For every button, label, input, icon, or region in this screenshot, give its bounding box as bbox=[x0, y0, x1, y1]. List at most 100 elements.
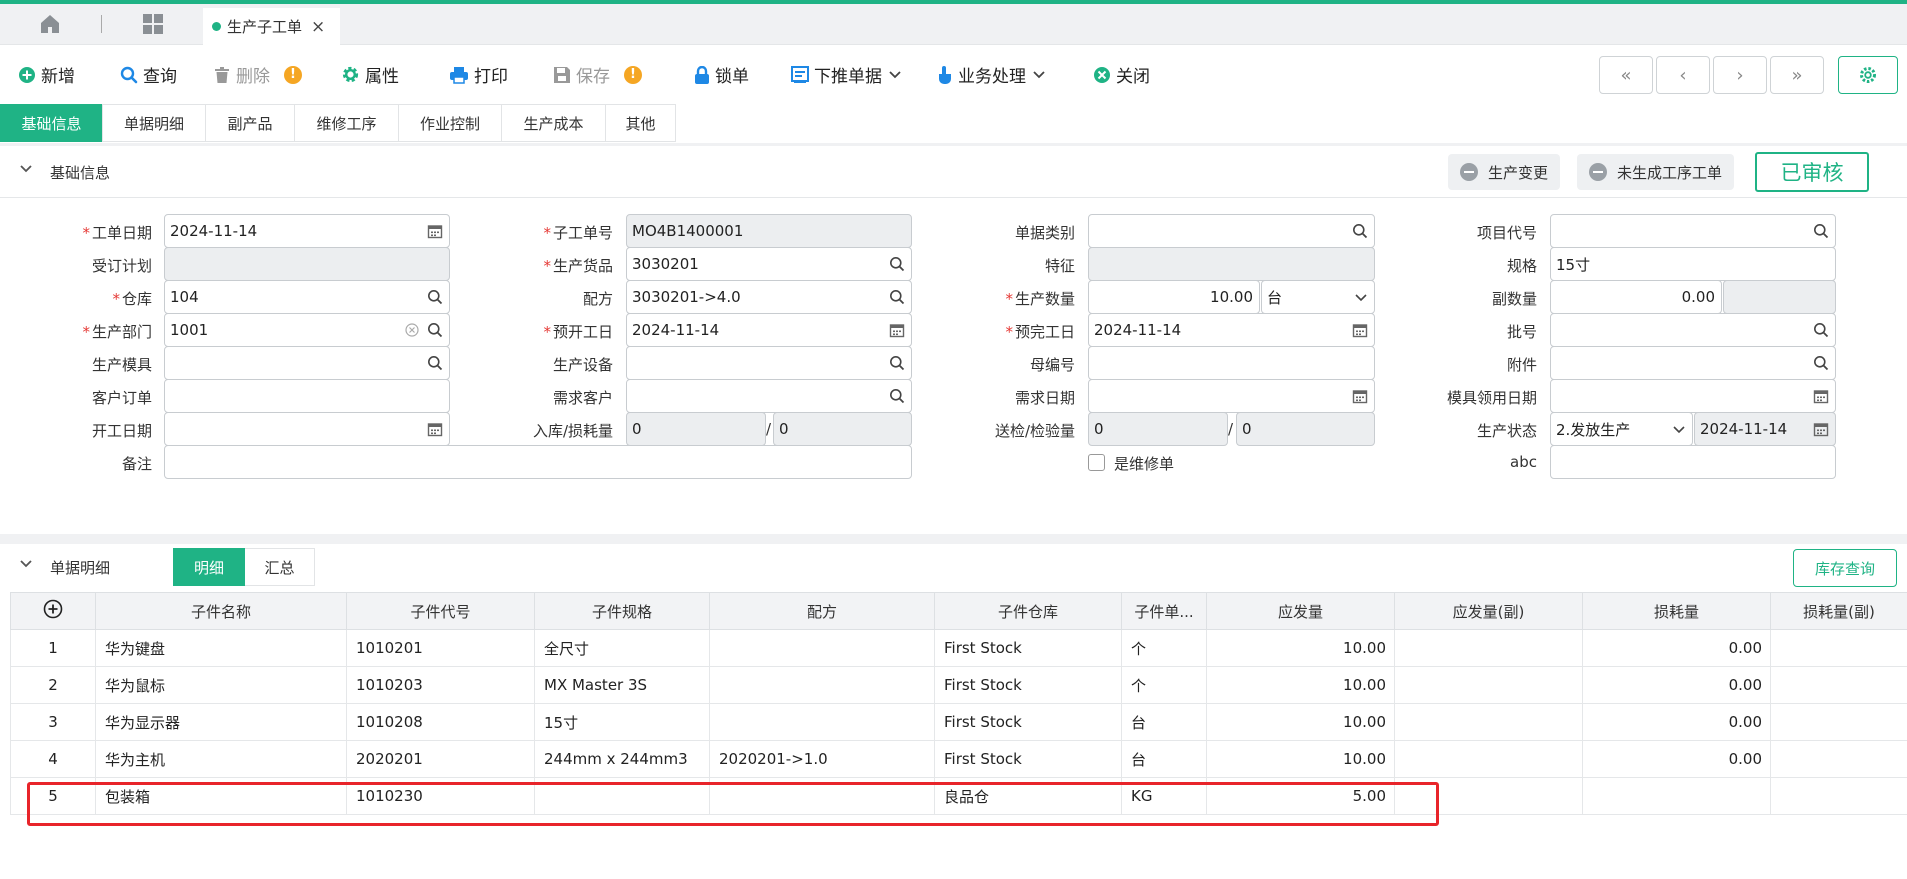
spec-field[interactable]: 15寸 bbox=[1550, 247, 1836, 281]
table-row[interactable]: 5 包装箱 1010230 良品仓 KG 5.00 bbox=[10, 777, 1907, 815]
cell-qty-sub[interactable] bbox=[1394, 777, 1583, 815]
project-code-field[interactable] bbox=[1550, 214, 1836, 248]
cell-code[interactable]: 1010208 bbox=[346, 703, 535, 741]
cell-loss[interactable]: 0.00 bbox=[1582, 703, 1771, 741]
sub-qty-field[interactable]: 0.00 bbox=[1550, 280, 1722, 314]
tab-doc-detail[interactable]: 单据明细 bbox=[102, 104, 205, 142]
send-inspect-field[interactable]: 0 bbox=[1088, 412, 1228, 446]
cell-unit[interactable]: 个 bbox=[1121, 666, 1207, 704]
col-header[interactable]: 应发量 bbox=[1206, 592, 1395, 630]
properties-button[interactable]: 属性 bbox=[341, 62, 399, 87]
cell-code[interactable]: 1010203 bbox=[346, 666, 535, 704]
cell-formula[interactable] bbox=[709, 777, 935, 815]
prev-record-button[interactable]: ‹ bbox=[1656, 56, 1710, 94]
close-button[interactable]: 关闭 bbox=[1093, 62, 1150, 87]
cell-unit[interactable]: 个 bbox=[1121, 629, 1207, 667]
parent-no-field[interactable] bbox=[1088, 346, 1375, 380]
cell-qty-sub[interactable] bbox=[1394, 666, 1583, 704]
equipment-field[interactable] bbox=[626, 346, 912, 380]
add-button[interactable]: 新增 bbox=[18, 62, 75, 87]
cell-qty[interactable]: 10.00 bbox=[1206, 666, 1395, 704]
cell-loss-sub[interactable] bbox=[1770, 629, 1907, 667]
cell-spec[interactable]: 全尺寸 bbox=[534, 629, 710, 667]
prod-status-select[interactable]: 2.发放生产 bbox=[1550, 412, 1693, 446]
collapse-chevron-icon[interactable] bbox=[18, 163, 34, 175]
home-icon[interactable] bbox=[38, 12, 62, 36]
cell-unit[interactable]: KG bbox=[1121, 777, 1207, 815]
batch-field[interactable] bbox=[1550, 313, 1836, 347]
cell-loss[interactable]: 0.00 bbox=[1582, 740, 1771, 778]
cell-warehouse[interactable]: First Stock bbox=[934, 740, 1122, 778]
inspected-field[interactable]: 0 bbox=[1236, 412, 1375, 446]
warehouse-field[interactable]: 104 bbox=[164, 280, 450, 314]
cell-name[interactable]: 华为主机 bbox=[95, 740, 347, 778]
dept-field[interactable]: 1001 bbox=[164, 313, 450, 347]
cell-spec[interactable] bbox=[534, 777, 710, 815]
tab-production-cost[interactable]: 生产成本 bbox=[501, 104, 605, 142]
cell-warehouse[interactable]: First Stock bbox=[934, 629, 1122, 667]
remark-field[interactable] bbox=[164, 445, 912, 479]
cell-formula[interactable]: 2020201->1.0 bbox=[709, 740, 935, 778]
plan-end-field[interactable]: 2024-11-14 bbox=[1088, 313, 1375, 347]
table-row[interactable]: 2 华为鼠标 1010203 MX Master 3S First Stock … bbox=[10, 666, 1907, 704]
business-process-button[interactable]: 业务处理 bbox=[937, 62, 1051, 87]
qty-field[interactable]: 10.00 bbox=[1088, 280, 1260, 314]
order-plan-field[interactable] bbox=[164, 247, 450, 281]
production-change-button[interactable]: 生产变更 bbox=[1448, 154, 1561, 190]
prod-status-date-field[interactable]: 2024-11-14 bbox=[1694, 412, 1836, 446]
print-button[interactable]: 打印 bbox=[449, 62, 508, 87]
query-button[interactable]: 查询 bbox=[120, 62, 177, 87]
unit-select[interactable]: 台 bbox=[1261, 280, 1375, 314]
cell-name[interactable]: 华为键盘 bbox=[95, 629, 347, 667]
cell-loss[interactable]: 0.00 bbox=[1582, 666, 1771, 704]
col-header[interactable]: 子件单... bbox=[1121, 592, 1207, 630]
add-row-header[interactable] bbox=[10, 592, 96, 630]
doc-type-field[interactable] bbox=[1088, 214, 1375, 248]
cell-qty[interactable]: 10.00 bbox=[1206, 703, 1395, 741]
demand-cust-field[interactable] bbox=[626, 379, 912, 413]
col-header[interactable]: 损耗量 bbox=[1582, 592, 1771, 630]
settings-button[interactable] bbox=[1838, 56, 1898, 94]
next-record-button[interactable]: › bbox=[1713, 56, 1767, 94]
stock-query-button[interactable]: 库存查询 bbox=[1793, 549, 1897, 587]
cell-loss[interactable] bbox=[1582, 777, 1771, 815]
work-date-field[interactable]: 2024-11-14 bbox=[164, 214, 450, 248]
cell-code[interactable]: 1010230 bbox=[346, 777, 535, 815]
clear-icon[interactable] bbox=[405, 323, 419, 337]
tab-other[interactable]: 其他 bbox=[605, 104, 676, 142]
col-header[interactable]: 子件仓库 bbox=[934, 592, 1122, 630]
start-date-field[interactable] bbox=[164, 412, 450, 446]
mold-field[interactable] bbox=[164, 346, 450, 380]
cell-qty[interactable]: 5.00 bbox=[1206, 777, 1395, 815]
app-grid-icon[interactable] bbox=[141, 12, 165, 36]
col-header[interactable]: 子件代号 bbox=[346, 592, 535, 630]
cell-name[interactable]: 华为显示器 bbox=[95, 703, 347, 741]
no-process-order-button[interactable]: 未生成工序工单 bbox=[1577, 154, 1735, 190]
collapse-chevron-icon[interactable] bbox=[18, 558, 34, 570]
cell-qty[interactable]: 10.00 bbox=[1206, 629, 1395, 667]
cell-loss-sub[interactable] bbox=[1770, 666, 1907, 704]
attachment-field[interactable] bbox=[1550, 346, 1836, 380]
cell-spec[interactable]: 244mm x 244mm3 bbox=[534, 740, 710, 778]
tab-production-suborder[interactable]: 生产子工单 × bbox=[203, 8, 340, 45]
push-doc-button[interactable]: 下推单据 bbox=[791, 62, 907, 87]
formula-field[interactable]: 3030201->4.0 bbox=[626, 280, 912, 314]
close-tab-icon[interactable]: × bbox=[311, 17, 325, 37]
cell-formula[interactable] bbox=[709, 629, 935, 667]
tab-repair-process[interactable]: 维修工序 bbox=[294, 104, 398, 142]
delete-button[interactable]: 删除 ! bbox=[213, 62, 302, 87]
demand-date-field[interactable] bbox=[1088, 379, 1375, 413]
cell-loss-sub[interactable] bbox=[1770, 703, 1907, 741]
last-record-button[interactable]: » bbox=[1770, 56, 1824, 94]
product-field[interactable]: 3030201 bbox=[626, 247, 912, 281]
cust-order-field[interactable] bbox=[164, 379, 450, 413]
cell-warehouse[interactable]: First Stock bbox=[934, 703, 1122, 741]
in-qty-field[interactable]: 0 bbox=[626, 412, 766, 446]
cell-qty[interactable]: 10.00 bbox=[1206, 740, 1395, 778]
table-row[interactable]: 1 华为键盘 1010201 全尺寸 First Stock 个 10.00 0… bbox=[10, 629, 1907, 667]
cell-qty-sub[interactable] bbox=[1394, 629, 1583, 667]
tab-summary[interactable]: 汇总 bbox=[245, 548, 315, 586]
loss-qty-field[interactable]: 0 bbox=[773, 412, 912, 446]
mold-date-field[interactable] bbox=[1550, 379, 1836, 413]
cell-warehouse[interactable]: First Stock bbox=[934, 666, 1122, 704]
